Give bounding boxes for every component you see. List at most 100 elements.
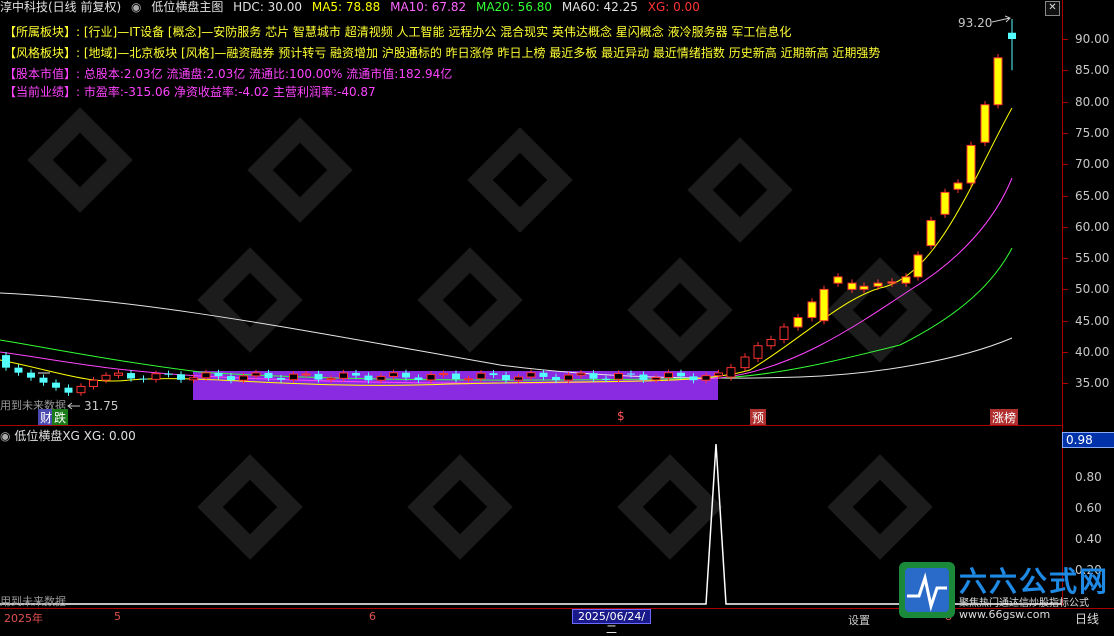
- candle: [464, 378, 473, 381]
- candle: [114, 372, 123, 376]
- candle: [289, 373, 298, 381]
- candle: [489, 373, 498, 376]
- candle: [913, 254, 923, 278]
- watermark: [27, 107, 933, 363]
- candle: [677, 372, 685, 377]
- candle: [714, 372, 723, 377]
- price-axis-tick: [1062, 226, 1068, 228]
- candle: [627, 373, 635, 375]
- candle: [793, 317, 803, 328]
- candle: [926, 220, 936, 247]
- pane-divider[interactable]: [0, 425, 1062, 426]
- candle: [89, 379, 98, 387]
- logo-icon: [899, 562, 955, 618]
- price-axis-label: 35.00: [1075, 376, 1110, 391]
- main-kline-chart[interactable]: 93.20 31.75: [0, 0, 1062, 425]
- price-axis-label: 45.00: [1075, 313, 1110, 328]
- candle: [214, 372, 223, 377]
- candle: [901, 276, 911, 284]
- candle: [887, 281, 897, 284]
- candle: [502, 375, 510, 381]
- low-arrow-icon: [67, 402, 80, 410]
- price-axis-label: 65.00: [1075, 188, 1110, 203]
- candle: [301, 373, 311, 376]
- candle: [966, 144, 976, 184]
- candle: [753, 345, 763, 359]
- candle: [807, 301, 817, 319]
- candle: [766, 338, 776, 347]
- candle: [980, 104, 990, 143]
- price-axis-tick: [1062, 320, 1068, 322]
- candle: [177, 374, 185, 380]
- dollar-marker[interactable]: $: [617, 409, 625, 423]
- logo-slogan: 聚焦热门通达信炒股指标公式: [959, 598, 1089, 609]
- candle: [127, 373, 135, 379]
- price-axis-tick: [1062, 70, 1068, 72]
- brand-logo: 六六公式网 聚焦热门通达信炒股指标公式 www.66gsw.com: [897, 560, 1114, 625]
- candle: [701, 375, 711, 381]
- sub-value-box: 0.98: [1062, 432, 1114, 448]
- high-arrow-icon: [991, 15, 1011, 23]
- candle: [189, 377, 198, 381]
- candle: [514, 376, 523, 381]
- candle: [364, 375, 373, 381]
- candle: [402, 372, 410, 378]
- candle: [264, 372, 273, 379]
- candle: [564, 374, 573, 381]
- candle: [940, 191, 950, 215]
- price-axis-tick: [1062, 352, 1068, 353]
- candle: [1008, 32, 1016, 39]
- candle: [151, 373, 161, 380]
- price-axis-tick: [1062, 258, 1068, 260]
- candle: [2, 355, 10, 368]
- candle: [639, 374, 648, 380]
- candle: [27, 372, 35, 378]
- logo-url: www.66gsw.com: [959, 608, 1051, 621]
- date-month-5: 5: [114, 610, 121, 623]
- zhangbang-marker[interactable]: 涨榜: [990, 409, 1019, 426]
- candle: [39, 377, 48, 383]
- price-axis-tick: [1062, 132, 1068, 134]
- candle: [614, 373, 623, 380]
- price-axis-label: 90.00: [1075, 32, 1110, 46]
- candle: [993, 57, 1003, 106]
- candle: [439, 373, 448, 376]
- candle: [239, 375, 248, 381]
- candle: [873, 282, 883, 287]
- candle: [779, 326, 789, 340]
- candle: [389, 372, 398, 377]
- price-axis-label: 70.00: [1075, 157, 1110, 172]
- low-price-label: 31.75: [84, 399, 118, 413]
- candle: [251, 372, 261, 377]
- candle: [339, 372, 348, 379]
- die-marker[interactable]: 跌: [52, 409, 69, 426]
- candle: [139, 378, 148, 380]
- sub-watermark: [197, 454, 933, 560]
- sub-axis-label: 0.80: [1075, 470, 1102, 484]
- selected-date[interactable]: 2025/06/24/二: [572, 609, 651, 636]
- price-axis-tick: [1062, 164, 1068, 166]
- price-axis-tick: [1062, 195, 1068, 197]
- sub-axis-label: 0.60: [1075, 501, 1102, 515]
- price-axis-label: 80.00: [1075, 94, 1110, 109]
- candle: [602, 378, 610, 380]
- price-axis-tick: [1062, 39, 1068, 40]
- candle: [227, 376, 235, 381]
- candle: [201, 372, 211, 379]
- candle: [164, 373, 173, 375]
- candle: [859, 285, 869, 290]
- candle: [664, 372, 673, 379]
- candle: [740, 356, 750, 369]
- date-year: 2025年: [4, 612, 43, 625]
- candle: [64, 387, 73, 393]
- candle: [689, 376, 698, 381]
- candle: [414, 377, 423, 380]
- price-axis-label: 60.00: [1075, 219, 1110, 234]
- price-axis-label: 55.00: [1075, 251, 1110, 266]
- candle: [539, 372, 548, 377]
- settings-button[interactable]: 设置: [848, 612, 870, 628]
- candle: [589, 373, 598, 379]
- candle: [833, 276, 843, 284]
- yu-marker[interactable]: 预: [750, 409, 767, 426]
- candle: [526, 372, 536, 378]
